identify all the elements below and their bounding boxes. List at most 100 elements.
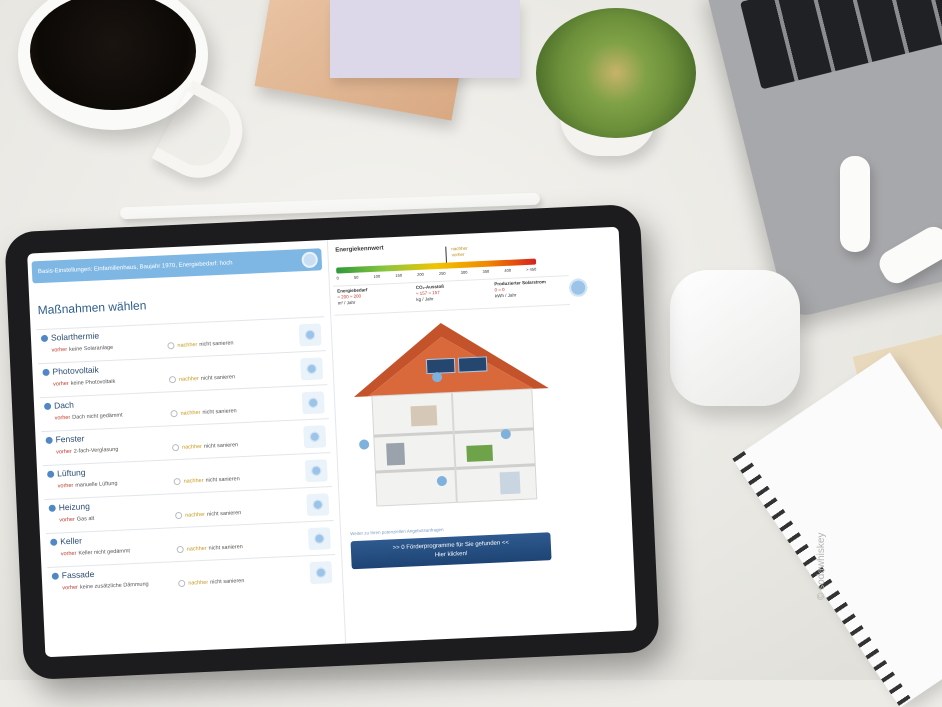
energy-marker: nachher vorher (445, 246, 468, 269)
current-value: manuelle Lüftung (75, 480, 118, 489)
measures-panel: Basis-Einstellungen: Einfamilienhaus, Ba… (27, 239, 347, 658)
tick: 50 (353, 274, 359, 280)
planned-label: nachher (183, 477, 204, 485)
current-label: vorher (59, 516, 75, 524)
measure-current: vorher keine Solaranlage (51, 345, 113, 354)
planned-label: nachher (185, 511, 206, 519)
base-settings-label: Basis-Einstellungen (37, 266, 91, 276)
planned-radio[interactable] (168, 376, 177, 384)
tank (499, 471, 521, 495)
offers-link[interactable]: Weiter zu Ihren potenziellen Angebotsanf… (350, 527, 444, 536)
current-label: vorher (52, 380, 69, 388)
current-value: Keller nicht gedämmt (78, 548, 131, 557)
lavender-notepad (330, 0, 520, 78)
results-panel: Energiekennwert nachher vorher 0 50 100 … (327, 227, 637, 644)
measure-number-icon (50, 538, 58, 546)
measure-current: vorher Dach nicht gedämmt (55, 412, 123, 421)
sofa (466, 444, 494, 462)
base-settings-bar[interactable]: Basis-Einstellungen: Einfamilienhaus, Ba… (31, 248, 323, 284)
succulent-plant (536, 8, 696, 138)
current-label: vorher (62, 584, 79, 592)
measure-number-icon (51, 572, 59, 580)
tick: 0 (336, 275, 339, 281)
planned-value: nicht sanieren (202, 408, 237, 416)
tick: 150 (395, 272, 403, 278)
measure-planned[interactable]: nachher nicht sanieren (167, 339, 234, 350)
base-settings-summary: Einfamilienhaus, Baujahr 1970, Energiebe… (93, 260, 233, 273)
kpi-co2: CO₂-Ausstoß ≈ 157 ≈ 157 kg / Jahr (412, 280, 492, 312)
planned-value: nicht sanieren (199, 340, 234, 348)
energy-title: Energiekennwert (335, 245, 384, 254)
measure-number-icon (42, 368, 50, 377)
expand-button[interactable] (306, 493, 330, 517)
funding-programs-button[interactable]: >> 0 Förderprogramme für Sie gefunden <<… (350, 532, 552, 570)
tick: 400 (504, 267, 512, 274)
marker-before: vorher (451, 251, 465, 258)
measure-planned[interactable]: nachher nicht sanieren (175, 509, 242, 520)
kpi-info-icon[interactable] (568, 278, 588, 298)
measure-number-icon (45, 436, 53, 444)
planned-radio[interactable] (178, 579, 186, 588)
measure-planned[interactable]: nachher nicht sanieren (171, 441, 238, 452)
planned-radio[interactable] (167, 342, 175, 350)
tick: 100 (373, 273, 381, 279)
heating-unit (386, 442, 406, 466)
furniture (410, 405, 438, 427)
planned-value: nicht sanieren (205, 476, 240, 484)
measure-current: vorher 2-fach-Verglasung (56, 447, 118, 456)
measure-number-icon (47, 470, 55, 478)
expand-button[interactable] (303, 425, 327, 449)
measures-list: Solarthermie vorher keine Solaranlage nac… (36, 316, 337, 602)
kpi-energy: Energiebedarf ≈ 200 ≈ 200 m² / Jahr (333, 283, 413, 315)
measure-current: vorher Gas alt (59, 516, 94, 524)
measure-name: Fassade (61, 568, 95, 581)
planned-label: nachher (188, 579, 209, 587)
current-label: vorher (54, 414, 71, 422)
planned-label: nachher (177, 341, 198, 349)
measure-name: Fenster (55, 433, 85, 445)
measure-current: vorher manuelle Lüftung (58, 481, 118, 490)
expand-button[interactable] (298, 323, 322, 347)
expand-button[interactable] (309, 561, 333, 585)
current-label: vorher (51, 346, 68, 354)
planned-radio[interactable] (175, 511, 183, 520)
planned-label: nachher (180, 409, 201, 417)
tick: 300 (460, 269, 468, 275)
planned-radio[interactable] (171, 443, 180, 452)
measure-current: vorher Keller nicht gedämmt (61, 548, 130, 557)
tick: 250 (438, 270, 446, 276)
measure-planned[interactable]: nachher nicht sanieren (173, 475, 240, 486)
measure-current: vorher keine zusätzliche Dämmung (62, 581, 149, 591)
measure-name: Solarthermie (50, 330, 100, 343)
current-value: 2-fach-Verglasung (73, 446, 119, 455)
kpi-solar: Produzierter Solarstrom 0 ≈ 0 kWh / Jahr (490, 276, 570, 308)
laptop-keyboard (739, 0, 942, 90)
tablet: Basis-Einstellungen: Einfamilienhaus, Ba… (4, 203, 660, 681)
measure-planned[interactable]: nachher nicht sanieren (168, 373, 236, 384)
measure-planned[interactable]: nachher nicht sanieren (176, 543, 243, 554)
expand-button[interactable] (301, 391, 325, 415)
earbuds-case (670, 270, 800, 406)
current-label: vorher (56, 448, 72, 456)
measure-name: Dach (53, 399, 75, 411)
solar-panel-icon (425, 357, 456, 375)
planned-radio[interactable] (173, 477, 181, 486)
measure-planned[interactable]: nachher nicht sanieren (170, 407, 237, 418)
measure-name: Photovoltaik (52, 364, 100, 377)
earbud-left (840, 156, 870, 252)
planned-value: nicht sanieren (206, 510, 242, 518)
expand-button[interactable] (304, 459, 328, 483)
planned-value: nicht sanieren (208, 544, 243, 552)
planned-value: nicht sanieren (200, 374, 236, 382)
house-illustration (353, 322, 549, 507)
planned-radio[interactable] (176, 545, 184, 554)
measure-planned[interactable]: nachher nicht sanieren (178, 577, 244, 588)
planned-radio[interactable] (170, 409, 178, 418)
current-value: Gas alt (76, 515, 95, 523)
info-icon[interactable] (301, 251, 319, 269)
planned-label: nachher (186, 545, 207, 553)
expand-button[interactable] (307, 527, 331, 551)
tick: 350 (482, 268, 490, 274)
expand-button[interactable] (300, 357, 324, 381)
measure-name: Lüftung (56, 467, 86, 479)
